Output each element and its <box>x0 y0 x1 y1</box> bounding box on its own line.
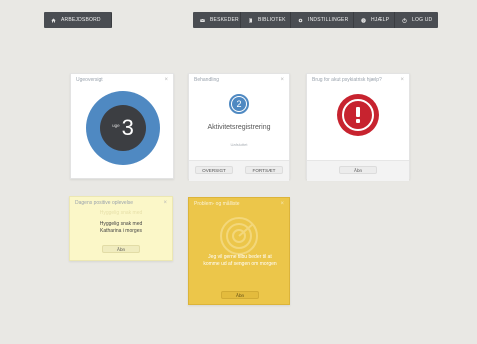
top-nav: Beskeder Bibliotek Indstillinger ? Hjælp… <box>193 12 438 28</box>
open-button[interactable]: Åbn <box>221 291 259 299</box>
card-footer: Oversigt Fortsæt <box>189 160 289 181</box>
positive-entry-line-2: Katharina i morges <box>100 228 142 234</box>
card-header: Behandling × <box>189 74 289 86</box>
close-icon[interactable]: × <box>400 77 404 83</box>
close-icon[interactable]: × <box>280 201 284 207</box>
book-icon <box>248 18 253 23</box>
faded-entry-text: Hyggelig snak med <box>99 210 143 216</box>
card-title: Brug for akut psykiatrisk hjælp? <box>312 77 382 83</box>
home-button[interactable]: Arbejdsbord <box>44 12 112 28</box>
treatment-card[interactable]: Behandling × 2 Aktivitetsregistrering Ua… <box>188 73 290 181</box>
week-badge: uge 3 <box>100 105 146 151</box>
help-label: Hjælp <box>371 17 390 23</box>
messages-button[interactable]: Beskeder <box>193 12 241 28</box>
step-title: Aktivitetsregistrering <box>207 124 271 131</box>
alert-circle <box>337 94 379 136</box>
close-icon[interactable]: × <box>280 77 284 83</box>
alert-icon <box>342 99 374 131</box>
card-footer: Åbn <box>307 160 409 181</box>
step-status: Uafsluttet <box>230 142 248 147</box>
week-progress-ring: uge 3 <box>86 91 160 165</box>
page: Arbejdsbord Beskeder Bibliotek Indstilli… <box>0 0 477 344</box>
logout-icon <box>402 17 407 23</box>
open-button[interactable]: Åbn <box>102 245 140 253</box>
card-header: Problem- og målliste × <box>189 198 289 210</box>
positive-entry: Hyggelig snak med Katharina i morges <box>70 221 172 235</box>
step-number: 2 <box>232 97 246 111</box>
problem-goal-list-card[interactable]: Problem- og målliste × Jeg vil gerne til… <box>188 197 290 305</box>
week-number: 3 <box>121 115 134 140</box>
logout-label: Log ud <box>412 17 433 23</box>
library-label: Bibliotek <box>258 17 286 23</box>
settings-button[interactable]: Indstillinger <box>291 12 354 28</box>
card-title: Ugeoversigt <box>76 77 103 83</box>
exclamation-icon <box>356 107 360 123</box>
mail-icon <box>200 18 205 23</box>
overview-button[interactable]: Oversigt <box>195 166 233 174</box>
emergency-help-card[interactable]: Brug for akut psykiatrisk hjælp? × Åbn <box>306 73 410 181</box>
open-button[interactable]: Åbn <box>339 166 377 174</box>
card-title: Behandling <box>194 77 220 83</box>
target-icon <box>220 217 258 255</box>
library-button[interactable]: Bibliotek <box>241 12 291 28</box>
positive-entry-line-1: Hyggelig snak med <box>99 221 143 227</box>
card-title: Problem- og målliste <box>194 201 240 207</box>
problem-entry-text: Jeg vil gerne tilbu beder til at komme u… <box>203 254 277 267</box>
step-ring: 2 <box>229 94 249 114</box>
help-icon: ? <box>361 17 366 23</box>
close-icon[interactable]: × <box>164 77 168 83</box>
week-overview-card[interactable]: Ugeoversigt × uge 3 <box>70 73 174 179</box>
home-button-label: Arbejdsbord <box>61 17 101 23</box>
settings-label: Indstillinger <box>308 17 349 23</box>
messages-label: Beskeder <box>210 17 239 23</box>
continue-button[interactable]: Fortsæt <box>245 166 283 174</box>
gear-icon <box>298 18 303 23</box>
help-button[interactable]: ? Hjælp <box>354 12 395 28</box>
card-title: Dagens positive oplevelse <box>75 200 134 206</box>
home-icon <box>51 18 56 23</box>
card-header: Brug for akut psykiatrisk hjælp? × <box>307 74 409 86</box>
week-label: uge <box>112 122 120 128</box>
svg-text:?: ? <box>362 18 364 22</box>
logout-button[interactable]: Log ud <box>395 12 438 28</box>
card-header: Ugeoversigt × <box>71 74 173 86</box>
positive-experience-card[interactable]: Dagens positive oplevelse × Hyggelig sna… <box>69 196 173 261</box>
card-header: Dagens positive oplevelse × <box>70 197 172 209</box>
close-icon[interactable]: × <box>163 200 167 206</box>
